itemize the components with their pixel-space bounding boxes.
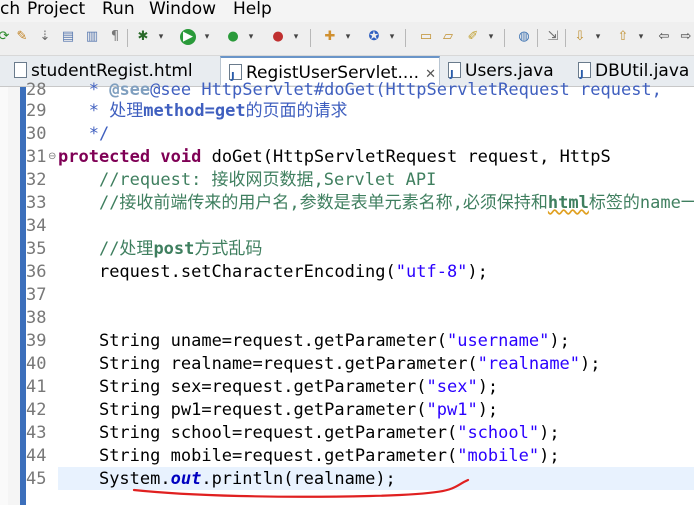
menu-window[interactable]: Window [149, 0, 216, 19]
code-line-36[interactable]: request.setCharacterEncoding("utf-8"); [58, 261, 694, 284]
search-icon[interactable]: ✐ [465, 29, 481, 45]
code-line-32[interactable]: //request: 接收网页数据,Servlet API [58, 169, 694, 192]
java-file-icon [448, 60, 461, 86]
annotation-ruler[interactable] [8, 87, 20, 505]
code-line-41[interactable]: String sex=request.getParameter("sex"); [58, 376, 694, 399]
previous-annotation-dropdown-icon[interactable]: ▾ [633, 29, 649, 45]
line-number: 43 [26, 423, 47, 443]
debug-dropdown-icon[interactable]: ▾ [153, 29, 169, 45]
line-number: 31 [26, 147, 47, 167]
toolbar-refresh-icon[interactable]: ⟳ [0, 29, 12, 45]
code-line-43[interactable]: String school=request.getParameter("scho… [58, 422, 694, 445]
toolbar-separator [504, 29, 505, 47]
java-file-icon [578, 60, 591, 86]
code-line-37[interactable] [58, 284, 694, 307]
left-margin [0, 87, 8, 505]
open-task-icon[interactable]: ▱ [440, 29, 456, 45]
toolbar-paragraph-icon[interactable]: ¶ [107, 29, 123, 45]
toolbar-separator [537, 29, 538, 47]
new-class-dropdown-icon[interactable]: ▾ [384, 29, 400, 45]
run-dropdown-icon[interactable]: ▾ [199, 29, 215, 45]
next-annotation-icon[interactable]: ⇩ [572, 29, 588, 45]
toggle-mark-icon[interactable]: ⇲ [545, 29, 561, 45]
new-dropdown-icon[interactable]: ▾ [340, 29, 356, 45]
line-number: 34 [26, 216, 47, 236]
line-number: 32 [26, 170, 47, 190]
external-tools-dropdown-icon[interactable]: ▾ [288, 29, 304, 45]
toolbar-next-annotation-icon[interactable]: ⇣ [37, 29, 53, 45]
code-line-28[interactable]: * @see@see HttpServlet#doGet(HttpServlet… [58, 79, 694, 102]
line-number: 35 [26, 239, 47, 259]
code-line-35[interactable]: //处理post方式乱码 [58, 238, 694, 261]
back-icon[interactable]: ⇦ [656, 29, 672, 45]
toolbar-page-icon[interactable]: ▥ [84, 29, 100, 45]
toolbar-block-icon[interactable]: ▤ [60, 29, 76, 45]
toolbar-separator [565, 29, 566, 47]
line-number: 29 [26, 101, 47, 121]
external-tools-icon[interactable]: ● [270, 29, 286, 45]
menu-search[interactable]: ch [0, 0, 20, 19]
code-line-29[interactable]: * 处理method=get的页面的请求 [58, 100, 694, 123]
web-browser-icon[interactable]: ◍ [516, 29, 532, 45]
new-class-icon[interactable]: ✪ [366, 29, 382, 45]
code-line-34[interactable] [58, 215, 694, 238]
new-project-icon[interactable]: ✚ [322, 29, 338, 45]
red-underline-annotation [132, 478, 470, 498]
code-line-44[interactable]: String mobile=request.getParameter("mobi… [58, 445, 694, 468]
toolbar-pencil-icon[interactable]: ✎ [14, 29, 30, 45]
code-line-40[interactable]: String realname=request.getParameter("re… [58, 353, 694, 376]
java-file-icon [229, 62, 242, 85]
line-number: 30 [26, 124, 47, 144]
code-line-31[interactable]: protected void doGet(HttpServletRequest … [58, 146, 694, 169]
debug-icon[interactable]: ✱ [135, 29, 151, 45]
line-number: 36 [26, 262, 47, 282]
tab-label: studentRegist.html [31, 61, 193, 81]
run-server-icon[interactable]: ● [225, 29, 241, 45]
line-number: 44 [26, 446, 47, 466]
toolbar-separator [310, 29, 311, 47]
code-line-42[interactable]: String pw1=request.getParameter("pw1"); [58, 399, 694, 422]
code-line-33[interactable]: //接收前端传来的用户名,参数是表单元素名称,必须保持和html标签的name一 [58, 192, 694, 215]
line-number: 40 [26, 354, 47, 374]
run-server-dropdown-icon[interactable]: ▾ [243, 29, 259, 45]
toolbar-separator [405, 29, 406, 47]
line-number: 41 [26, 377, 47, 397]
menu-bar: ch Project Run Window Help [0, 0, 694, 22]
code-line-39[interactable]: String uname=request.getParameter("usern… [58, 330, 694, 353]
line-number: 39 [26, 331, 47, 351]
menu-run[interactable]: Run [102, 0, 135, 19]
next-annotation-dropdown-icon[interactable]: ▾ [590, 29, 606, 45]
code-line-38[interactable] [58, 307, 694, 330]
previous-annotation-icon[interactable]: ⇧ [615, 29, 631, 45]
line-number: 33 [26, 193, 47, 213]
line-number: 37 [26, 285, 47, 305]
menu-help[interactable]: Help [233, 0, 272, 19]
html-file-icon [14, 62, 27, 78]
tab-label: Users.java [465, 61, 554, 81]
open-type-icon[interactable]: ▭ [418, 29, 434, 45]
tab-label: DBUtil.java [595, 61, 690, 81]
line-number: 42 [26, 400, 47, 420]
toolbar: ⟳ ✎ ⇣ ▤ ▥ ¶ ✱ ▾ ▶ ▾ ● ▾ ● ▾ ✚ ▾ ✪ ▾ ▭ ▱ … [0, 22, 694, 56]
search-dropdown-icon[interactable]: ▾ [483, 29, 499, 45]
toolbar-separator [127, 29, 128, 47]
line-number: 45 [26, 469, 47, 489]
run-icon[interactable]: ▶ [180, 29, 196, 45]
line-number: 38 [26, 308, 47, 328]
line-number: 28 [26, 80, 47, 100]
menu-project[interactable]: Project [27, 0, 85, 19]
code-line-30[interactable]: */ [58, 123, 694, 146]
forward-icon[interactable]: ⇨ [678, 29, 694, 45]
